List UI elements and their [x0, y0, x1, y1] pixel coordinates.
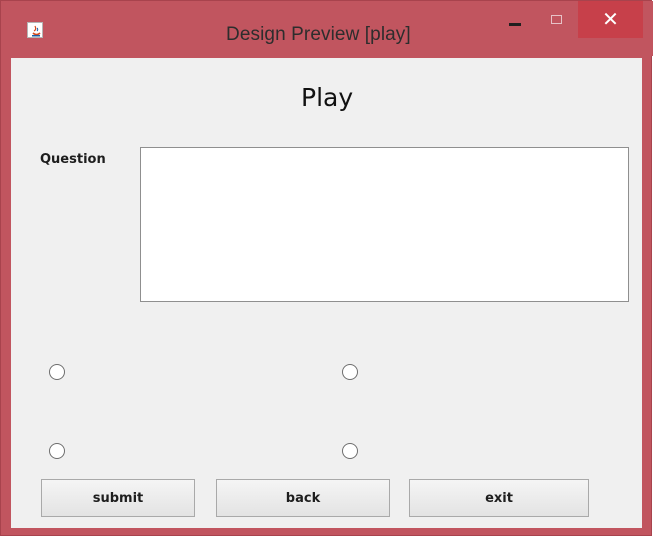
- question-text-area[interactable]: [140, 147, 629, 302]
- question-label: Question: [40, 152, 106, 167]
- answer-option-1-radio[interactable]: [49, 364, 65, 380]
- answer-option-2-radio[interactable]: [342, 364, 358, 380]
- answer-option-3-radio[interactable]: [49, 443, 65, 459]
- back-button[interactable]: back: [216, 479, 390, 517]
- window-title: Design Preview [play]: [226, 24, 411, 45]
- title-bar[interactable]: Design Preview [play] ✕: [1, 1, 653, 56]
- minimize-button[interactable]: [497, 1, 533, 38]
- page-title: Play: [301, 83, 354, 112]
- play-panel: Play Question submit back exit: [11, 58, 642, 528]
- java-icon[interactable]: [27, 22, 43, 38]
- answer-option-4-radio[interactable]: [342, 443, 358, 459]
- minimize-icon: [509, 23, 521, 26]
- exit-button[interactable]: exit: [409, 479, 589, 517]
- close-button[interactable]: ✕: [578, 1, 643, 38]
- submit-button[interactable]: submit: [41, 479, 195, 517]
- maximize-icon: [550, 15, 562, 24]
- maximize-button[interactable]: [538, 1, 574, 38]
- close-icon: ✕: [602, 6, 619, 31]
- design-preview-window: Design Preview [play] ✕ Play Question su…: [0, 0, 653, 536]
